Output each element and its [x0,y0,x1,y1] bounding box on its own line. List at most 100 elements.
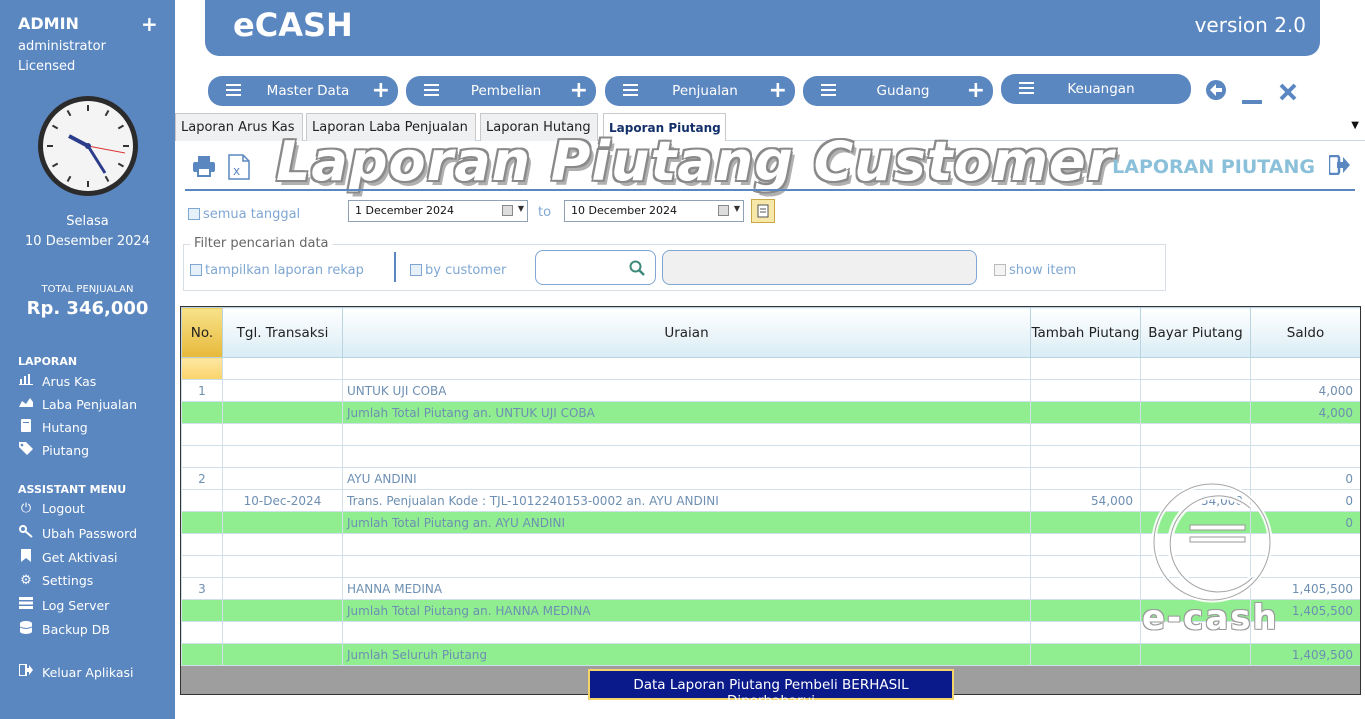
license-status: Licensed [18,59,76,74]
table-row[interactable]: 10-Dec-2024 Trans. Penjualan Kode : TJL-1… [181,489,1360,512]
sidebar-item-label: Backup DB [42,622,110,637]
export-excel-icon[interactable]: x [228,154,250,180]
cell-saldo: 0 [1250,467,1360,490]
cell-bayar-piutang [1140,467,1251,490]
menu-pembelian[interactable]: Pembelian + [406,76,596,106]
cell-saldo: 0 [1250,489,1360,512]
menu-label: Master Data [266,83,350,99]
date-to-picker[interactable]: 10 December 2024 ▼ [564,200,744,222]
cell-no: 3 [181,577,223,600]
customer-search-input[interactable] [535,250,656,285]
header-divider [185,189,1355,191]
sidebar-item-keluar-aplikasi[interactable]: Keluar Aplikasi [18,663,134,680]
report-banner-title: Laporan Piutang Customer [276,130,1115,193]
menu-gudang[interactable]: Gudang + [803,76,993,106]
sidebar-item-laba-penjualan[interactable]: Laba Penjualan [18,396,137,412]
sidebar-item-hutang[interactable]: Hutang [18,419,88,436]
sidebar-item-label: Piutang [42,443,90,458]
hamburger-icon [226,84,241,96]
checkbox-label: semua tanggal [203,207,301,222]
table-header-row: No. Tgl. Transaksi Uraian Tambah Piutang… [181,307,1360,358]
column-header-uraian[interactable]: Uraian [342,307,1031,358]
svg-text:x: x [233,164,240,178]
sidebar-item-logout[interactable]: ⏻ Logout [18,501,85,516]
checkbox-label: by customer [425,263,507,278]
cell-tgl-transaksi [222,555,343,578]
sidebar-item-backup-db[interactable]: Backup DB [18,621,110,638]
cell-saldo [1250,445,1360,468]
print-icon[interactable] [193,155,215,177]
cell-no: 1 [181,379,223,402]
user-name: ADMIN [18,14,79,33]
cell-no [181,533,223,556]
customer-name-field[interactable] [662,250,977,285]
cell-uraian [342,445,1031,468]
laporan-section-title: LAPORAN [18,355,78,368]
cell-tgl-transaksi [222,533,343,556]
exit-report-icon[interactable] [1327,154,1351,180]
status-message: Data Laporan Piutang Pembeli BERHASIL Di… [588,669,954,709]
sidebar-item-ubah-password[interactable]: Ubah Password [18,525,137,542]
sidebar-item-piutang[interactable]: Piutang [18,442,89,459]
bookmark-icon [18,549,34,566]
hamburger-icon [623,84,638,96]
by-customer-checkbox[interactable]: by customer [410,259,506,278]
cell-tambah-piutang [1030,577,1141,600]
column-header-tgl-transaksi[interactable]: Tgl. Transaksi [222,307,343,358]
cell-tambah-piutang [1030,599,1141,622]
date-from-picker[interactable]: 1 December 2024 ▼ [348,200,528,222]
menu-label: Penjualan [672,83,738,99]
close-icon[interactable] [1279,82,1297,107]
back-icon[interactable] [1205,79,1227,107]
cell-uraian: HANNA MEDINA [342,577,1031,600]
sidebar-item-log-server[interactable]: Log Server [18,597,109,613]
cell-tgl-transaksi [222,511,343,534]
column-header-saldo[interactable]: Saldo [1250,307,1360,358]
table-row[interactable] [181,533,1360,556]
column-header-tambah-piutang[interactable]: Tambah Piutang [1030,307,1141,358]
cell-saldo: 0 [1250,511,1360,534]
menu-keuangan[interactable]: Keuangan [1001,74,1191,104]
cell-tambah-piutang [1030,643,1141,666]
menu-penjualan[interactable]: Penjualan + [605,76,795,106]
cell-bayar-piutang: 54,000 [1140,489,1251,512]
all-dates-checkbox[interactable]: semua tanggal [188,203,300,222]
show-item-checkbox[interactable]: show item [994,259,1076,278]
refresh-report-button[interactable] [751,199,775,223]
cell-saldo [1250,555,1360,578]
sidebar-item-arus-kas[interactable]: Arus Kas [18,373,96,389]
table-row[interactable] [181,357,1360,380]
add-icon[interactable]: + [141,12,158,36]
total-row[interactable]: Jumlah Seluruh Piutang 1,409,500 [181,643,1360,666]
table-row[interactable]: 1 UNTUK UJI COBA 4,000 [181,379,1360,402]
filter-legend: Filter pencarian data [190,236,333,251]
sidebar-item-settings[interactable]: ⚙ Settings [18,573,93,588]
user-role: administrator [18,39,106,54]
date-from-value: 1 December 2024 [355,204,455,217]
cell-tambah-piutang [1030,357,1141,380]
total-row[interactable]: Jumlah Total Piutang an. UNTUK UJI COBA 4… [181,401,1360,424]
table-row[interactable]: 2 AYU ANDINI 0 [181,467,1360,490]
cell-uraian [342,357,1031,380]
gear-icon: ⚙ [20,573,32,588]
table-row[interactable]: 3 HANNA MEDINA 1,405,500 [181,577,1360,600]
column-header-no[interactable]: No. [181,307,223,358]
tab-scroll-arrow-icon[interactable]: ▼ [1351,120,1359,131]
sign-out-icon [18,663,34,680]
cell-tambah-piutang [1030,555,1141,578]
table-row[interactable] [181,555,1360,578]
cell-uraian [342,533,1031,556]
rekap-checkbox[interactable]: tampilkan laporan rekap [190,259,364,278]
table-row[interactable] [181,423,1360,446]
menu-label: Keuangan [1067,81,1135,97]
plus-icon: + [966,78,985,103]
total-row[interactable]: Jumlah Total Piutang an. AYU ANDINI 0 [181,511,1360,534]
table-row[interactable] [181,445,1360,468]
power-icon: ⏻ [20,501,32,516]
menu-master-data[interactable]: Master Data + [208,76,398,106]
minimize-icon[interactable] [1242,86,1262,111]
sidebar-item-get-aktivasi[interactable]: Get Aktivasi [18,549,117,566]
filter-divider [394,252,396,282]
clock-icon [38,96,138,196]
column-header-bayar-piutang[interactable]: Bayar Piutang [1140,307,1251,358]
